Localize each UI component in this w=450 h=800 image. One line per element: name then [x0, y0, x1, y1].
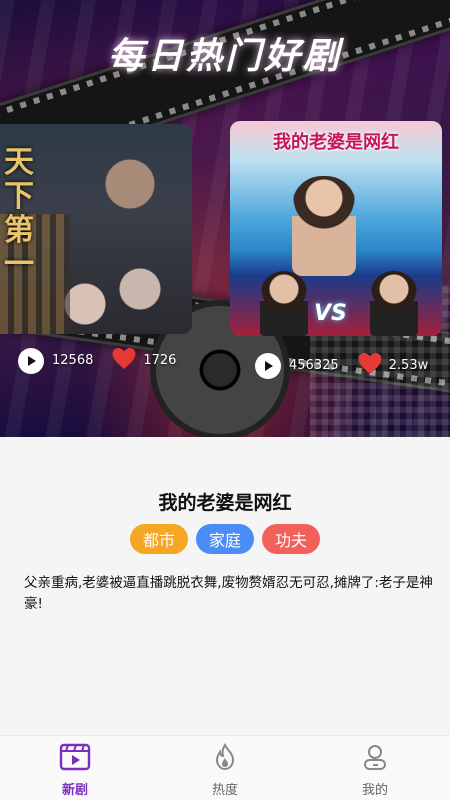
tab-label: 新剧 [61, 783, 88, 798]
tag-list: 都市 家庭 功夫 [0, 524, 450, 554]
hero-title: 每日热门好剧 [107, 36, 342, 77]
user-icon [361, 743, 389, 775]
poster-vs-text: VS [314, 301, 347, 326]
hero-banner: 每日热门好剧 天下第一 我的老婆是网红 VS 12568 1726 456325… [0, 0, 450, 437]
tab-label: 我的 [361, 783, 388, 798]
heart-icon[interactable] [357, 352, 383, 379]
poster-cover-text: 天下第一 [4, 145, 34, 282]
tag-badge[interactable]: 功夫 [262, 524, 321, 554]
drama-title: 我的老婆是网红 [158, 492, 292, 514]
poster-cover-text: 我的老婆是网红 [273, 132, 399, 153]
poster-stats-right: 456325 2.53w [255, 352, 428, 379]
play-count: 12568 [52, 353, 94, 368]
tag-badge[interactable]: 都市 [129, 524, 188, 554]
poster-stats-left: 12568 1726 [18, 347, 176, 374]
tag-badge[interactable]: 家庭 [195, 524, 254, 554]
poster-actor-image [260, 271, 308, 336]
play-count: 456325 [289, 358, 339, 373]
film-icon [59, 743, 91, 775]
tab-new-drama[interactable]: 新剧 [0, 736, 150, 800]
drama-poster-right[interactable]: 我的老婆是网红 VS [230, 121, 442, 336]
play-icon[interactable] [255, 352, 281, 379]
bottom-tab-bar: 新剧 热度 我的 [0, 735, 450, 800]
drama-description: 父亲重病,老婆被逼直播跳脱衣舞,废物赘婿忍无可忍,摊牌了:老子是神豪! [24, 575, 433, 612]
heart-icon[interactable] [111, 347, 137, 374]
drama-poster-left[interactable]: 天下第一 [0, 124, 192, 334]
like-count: 2.53w [388, 358, 429, 373]
play-icon[interactable] [18, 347, 44, 374]
tab-popularity[interactable]: 热度 [150, 736, 300, 800]
poster-actress-image [292, 176, 356, 276]
flame-icon [211, 742, 239, 775]
like-count: 1726 [143, 353, 177, 368]
tab-mine[interactable]: 我的 [300, 736, 450, 800]
tab-label: 热度 [211, 783, 238, 798]
drama-details: 我的老婆是网红 都市 家庭 功夫 父亲重病,老婆被逼直播跳脱衣舞,废物赘婿忍无可… [0, 437, 450, 735]
poster-actor-image [370, 271, 418, 336]
